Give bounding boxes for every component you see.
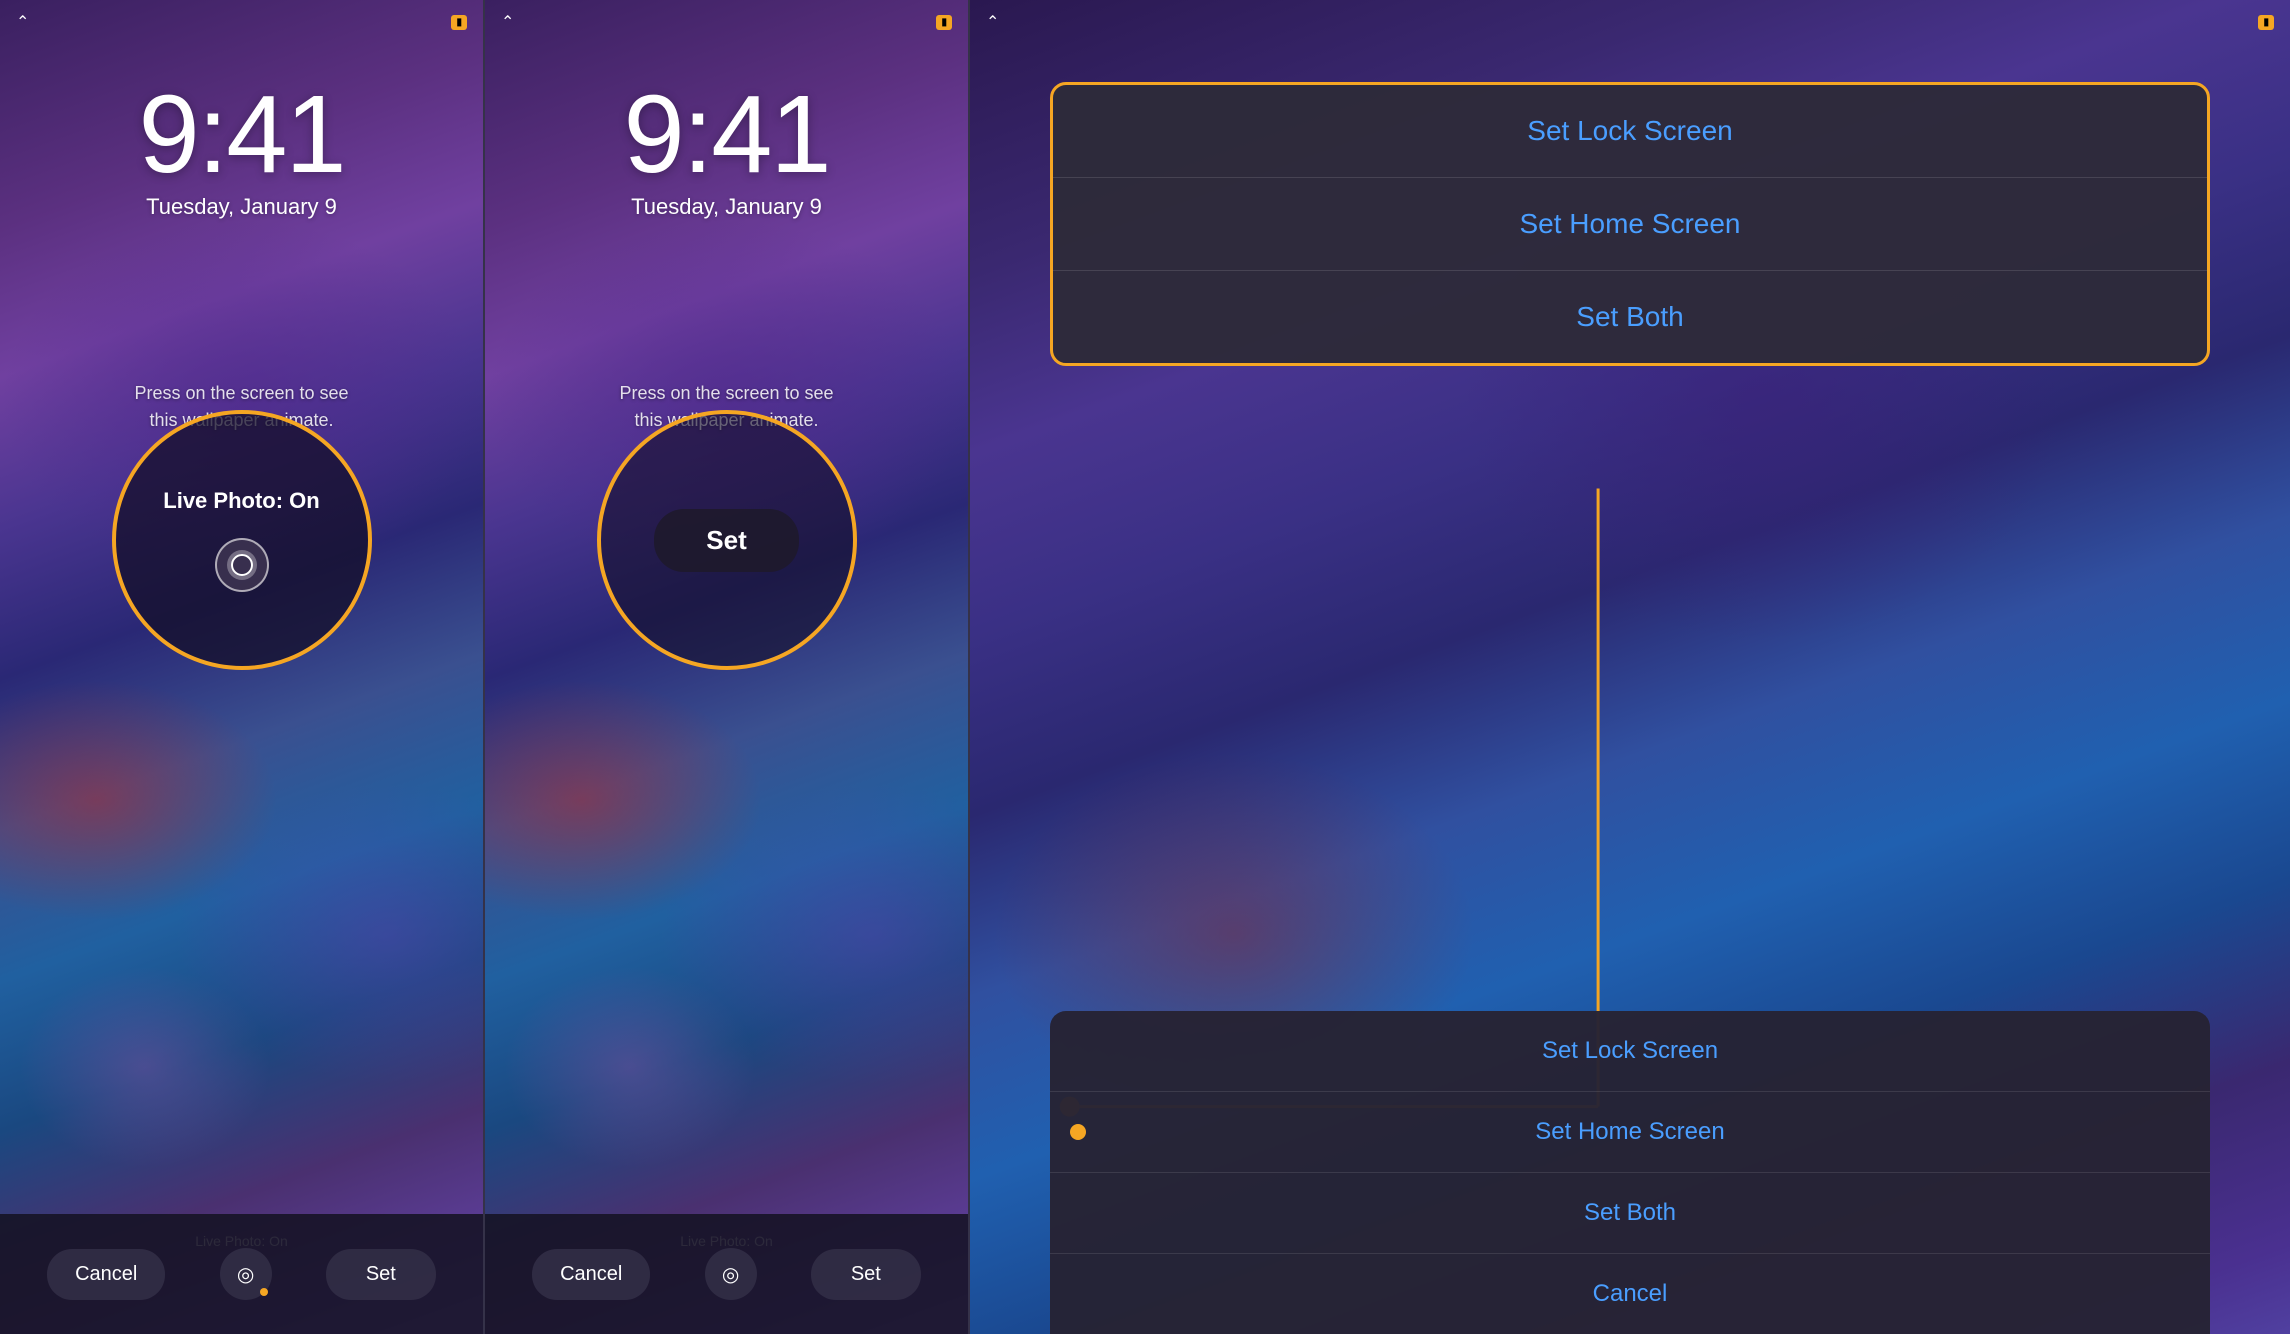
action-set-lock-screen-top[interactable]: Set Lock Screen [1053, 85, 2207, 178]
status-left-2: ⌃ [501, 12, 514, 32]
phone-screen-2: ⌃ ▮ 9:41 Tuesday, January 9 Press on the… [485, 0, 968, 1334]
battery-icon-1: ▮ [451, 15, 467, 30]
action-set-home-screen-bottom[interactable]: Set Home Screen [1050, 1092, 2210, 1173]
wifi-icon-2: ⌃ [501, 12, 514, 32]
clock-1: 9:41 Tuesday, January 9 [0, 80, 483, 220]
clock-date-1: Tuesday, January 9 [0, 194, 483, 220]
live-photo-label-1: Live Photo: On [163, 488, 319, 514]
status-left-3: ⌃ [986, 12, 999, 32]
dot-indicator [1070, 1124, 1086, 1140]
action-sheet-top: Set Lock Screen Set Home Screen Set Both [1050, 82, 2210, 366]
action-set-home-screen-top[interactable]: Set Home Screen [1053, 178, 2207, 271]
clock-time-1: 9:41 [0, 80, 483, 190]
battery-icon-2: ▮ [936, 15, 952, 30]
live-photo-circle-1[interactable]: Live Photo: On [112, 410, 372, 670]
action-set-both-bottom[interactable]: Set Both [1050, 1173, 2210, 1254]
clock-time-2: 9:41 [485, 80, 968, 190]
bottom-bar-2: Cancel ◎ Set [485, 1214, 968, 1334]
status-bar-3: ⌃ ▮ [970, 0, 2290, 44]
clock-date-2: Tuesday, January 9 [485, 194, 968, 220]
action-set-lock-screen-bottom[interactable]: Set Lock Screen [1050, 1011, 2210, 1092]
status-bar-1: ⌃ ▮ [0, 0, 483, 44]
status-left-1: ⌃ [16, 12, 29, 32]
status-bar-2: ⌃ ▮ [485, 0, 968, 44]
live-dot-1 [260, 1288, 268, 1296]
status-right-2: ▮ [936, 15, 952, 30]
live-photo-btn-1[interactable]: ◎ [220, 1248, 272, 1300]
bottom-bar-1: Cancel ◎ Set [0, 1214, 483, 1334]
action-sheet-bottom: Set Lock Screen Set Home Screen Set Both… [1050, 1011, 2210, 1334]
status-right-3: ▮ [2258, 15, 2274, 30]
clock-2: 9:41 Tuesday, January 9 [485, 80, 968, 220]
set-circle-2[interactable]: Set [597, 410, 857, 670]
set-pill-button-2[interactable]: Set [654, 509, 798, 572]
action-cancel-bottom[interactable]: Cancel [1050, 1254, 2210, 1334]
phone-screen-1: ⌃ ▮ 9:41 Tuesday, January 9 Press on the… [0, 0, 483, 1334]
live-photo-btn-2[interactable]: ◎ [705, 1248, 757, 1300]
set-button-2[interactable]: Set [811, 1249, 921, 1300]
wifi-icon-3: ⌃ [986, 12, 999, 32]
battery-icon-3: ▮ [2258, 15, 2274, 30]
wifi-icon-1: ⌃ [16, 12, 29, 32]
right-panel: ⌃ ▮ Set Lock Screen Set Home Screen Set … [970, 0, 2290, 1334]
status-right-1: ▮ [451, 15, 467, 30]
live-photo-icon-1 [215, 538, 269, 592]
cancel-button-1[interactable]: Cancel [47, 1249, 165, 1300]
set-button-1[interactable]: Set [326, 1249, 436, 1300]
cancel-button-2[interactable]: Cancel [532, 1249, 650, 1300]
action-set-both-top[interactable]: Set Both [1053, 271, 2207, 363]
